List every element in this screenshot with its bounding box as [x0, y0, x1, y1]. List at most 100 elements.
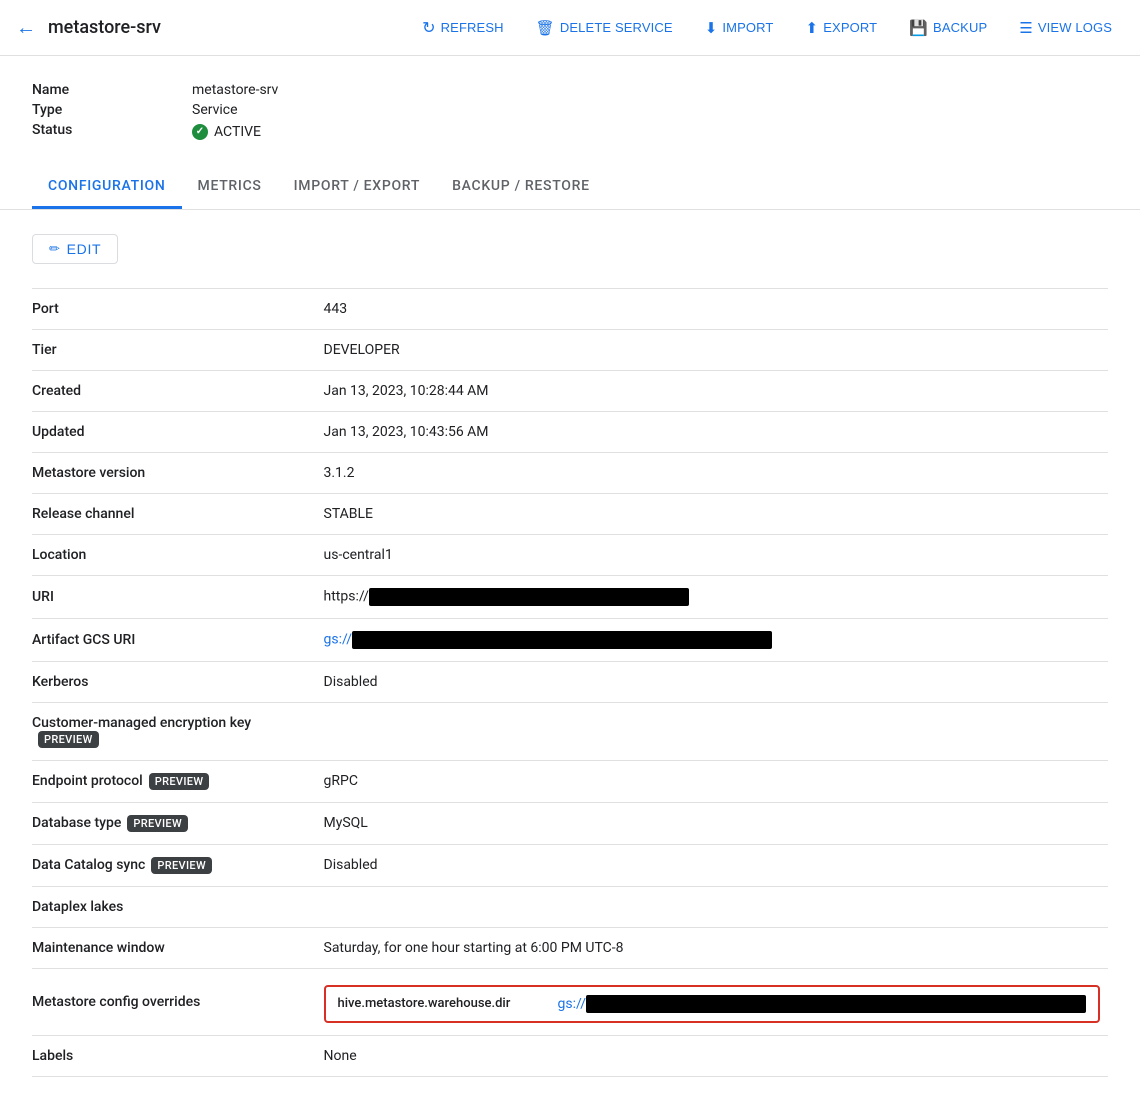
- overrides-inner: hive.metastore.warehouse.dirgs://: [324, 985, 1101, 1023]
- table-row: UpdatedJan 13, 2023, 10:43:56 AM: [32, 411, 1108, 452]
- backup-button[interactable]: 💾 BACKUP: [897, 11, 999, 45]
- config-value: Saturday, for one hour starting at 6:00 …: [316, 927, 1109, 968]
- table-row: KerberosDisabled: [32, 661, 1108, 702]
- tab-metrics[interactable]: METRICS: [182, 166, 278, 209]
- table-row: LabelsNone: [32, 1035, 1108, 1076]
- config-table: Port443TierDEVELOPERCreatedJan 13, 2023,…: [32, 288, 1108, 1077]
- export-label: EXPORT: [823, 20, 877, 35]
- name-value: metastore-srv: [192, 82, 278, 98]
- tab-import-export[interactable]: IMPORT / EXPORT: [278, 166, 436, 209]
- back-button[interactable]: ←: [16, 15, 36, 40]
- redacted-bar: [369, 588, 689, 606]
- type-row: Type Service: [32, 100, 1108, 120]
- config-key: Database typePREVIEW: [32, 802, 316, 844]
- config-key: Port: [32, 288, 316, 329]
- backup-label: BACKUP: [933, 20, 987, 35]
- config-key: Endpoint protocolPREVIEW: [32, 760, 316, 802]
- status-badge: ACTIVE: [192, 124, 261, 140]
- config-value: None: [316, 1035, 1109, 1076]
- config-value: us-central1: [316, 534, 1109, 575]
- table-row: Locationus-central1: [32, 534, 1108, 575]
- preview-badge: PREVIEW: [149, 773, 210, 790]
- config-value: Jan 13, 2023, 10:43:56 AM: [316, 411, 1109, 452]
- config-key: Labels: [32, 1035, 316, 1076]
- config-value: STABLE: [316, 493, 1109, 534]
- config-key: Data Catalog syncPREVIEW: [32, 844, 316, 886]
- toolbar: ← metastore-srv ↻ REFRESH 🗑 DELETE SERVI…: [0, 0, 1140, 56]
- service-info-section: Name metastore-srv Type Service Status A…: [0, 56, 1140, 158]
- config-key: Updated: [32, 411, 316, 452]
- config-key: Artifact GCS URI: [32, 618, 316, 661]
- edit-label: EDIT: [67, 241, 102, 257]
- config-value: [316, 886, 1109, 927]
- config-key: Kerberos: [32, 661, 316, 702]
- preview-badge: PREVIEW: [38, 731, 99, 748]
- status-row: Status ACTIVE: [32, 120, 1108, 142]
- table-row: TierDEVELOPER: [32, 329, 1108, 370]
- tab-backup-restore[interactable]: BACKUP / RESTORE: [436, 166, 606, 209]
- config-key: Location: [32, 534, 316, 575]
- config-value: Jan 13, 2023, 10:28:44 AM: [316, 370, 1109, 411]
- backup-icon: 💾: [909, 19, 928, 37]
- config-key: Customer-managed encryption keyPREVIEW: [32, 702, 316, 760]
- config-key: URI: [32, 575, 316, 618]
- logs-label: VIEW LOGS: [1038, 20, 1112, 35]
- type-value: Service: [192, 102, 238, 118]
- refresh-button[interactable]: ↻ REFRESH: [410, 10, 516, 46]
- import-icon: ⬇: [705, 19, 718, 37]
- status-label: Status: [32, 122, 192, 138]
- table-row: CreatedJan 13, 2023, 10:28:44 AM: [32, 370, 1108, 411]
- config-key: Tier: [32, 329, 316, 370]
- type-label: Type: [32, 102, 192, 118]
- override-key: hive.metastore.warehouse.dir: [338, 996, 558, 1011]
- config-value: gs://: [316, 618, 1109, 661]
- config-value: DEVELOPER: [316, 329, 1109, 370]
- status-value: ACTIVE: [214, 124, 261, 140]
- table-row: Metastore config overrideshive.metastore…: [32, 968, 1108, 1035]
- import-label: IMPORT: [722, 20, 773, 35]
- import-button[interactable]: ⬇ IMPORT: [693, 11, 786, 45]
- config-value: gRPC: [316, 760, 1109, 802]
- override-value: gs://: [558, 995, 1087, 1013]
- config-value: Disabled: [316, 844, 1109, 886]
- edit-button[interactable]: ✏ EDIT: [32, 234, 118, 264]
- config-key: Metastore config overrides: [32, 968, 316, 1035]
- table-row: Data Catalog syncPREVIEWDisabled: [32, 844, 1108, 886]
- table-row: URIhttps://: [32, 575, 1108, 618]
- tabs-bar: CONFIGURATION METRICS IMPORT / EXPORT BA…: [0, 166, 1140, 210]
- edit-icon: ✏: [49, 241, 61, 257]
- name-label: Name: [32, 82, 192, 98]
- delete-service-button[interactable]: 🗑 DELETE SERVICE: [524, 11, 685, 45]
- preview-badge: PREVIEW: [127, 815, 188, 832]
- export-icon: ⬆: [806, 19, 819, 37]
- config-key: Maintenance window: [32, 927, 316, 968]
- name-row: Name metastore-srv: [32, 80, 1108, 100]
- tab-configuration[interactable]: CONFIGURATION: [32, 166, 182, 209]
- table-row: Dataplex lakes: [32, 886, 1108, 927]
- config-value: Disabled: [316, 661, 1109, 702]
- config-value: [316, 702, 1109, 760]
- view-logs-button[interactable]: ☰ VIEW LOGS: [1007, 11, 1124, 45]
- status-dot-icon: [192, 124, 208, 140]
- refresh-icon: ↻: [422, 18, 436, 38]
- export-button[interactable]: ⬆ EXPORT: [794, 11, 890, 45]
- config-value: hive.metastore.warehouse.dirgs://: [316, 968, 1109, 1035]
- redacted-bar: [352, 631, 772, 649]
- config-key: Metastore version: [32, 452, 316, 493]
- table-row: Release channelSTABLE: [32, 493, 1108, 534]
- table-row: Port443: [32, 288, 1108, 329]
- override-redacted-bar: [586, 995, 1086, 1013]
- override-gcs-link: gs://: [558, 996, 587, 1012]
- gcs-link[interactable]: gs://: [324, 631, 353, 647]
- main-content: ✏ EDIT Port443TierDEVELOPERCreatedJan 13…: [0, 210, 1140, 1101]
- table-row: Artifact GCS URI gs://: [32, 618, 1108, 661]
- refresh-label: REFRESH: [441, 20, 504, 35]
- config-value: 443: [316, 288, 1109, 329]
- delete-icon: 🗑: [536, 19, 555, 37]
- table-row: Database typePREVIEWMySQL: [32, 802, 1108, 844]
- config-value: MySQL: [316, 802, 1109, 844]
- table-row: Maintenance windowSaturday, for one hour…: [32, 927, 1108, 968]
- config-value: https://: [316, 575, 1109, 618]
- config-key: Release channel: [32, 493, 316, 534]
- table-row: Endpoint protocolPREVIEWgRPC: [32, 760, 1108, 802]
